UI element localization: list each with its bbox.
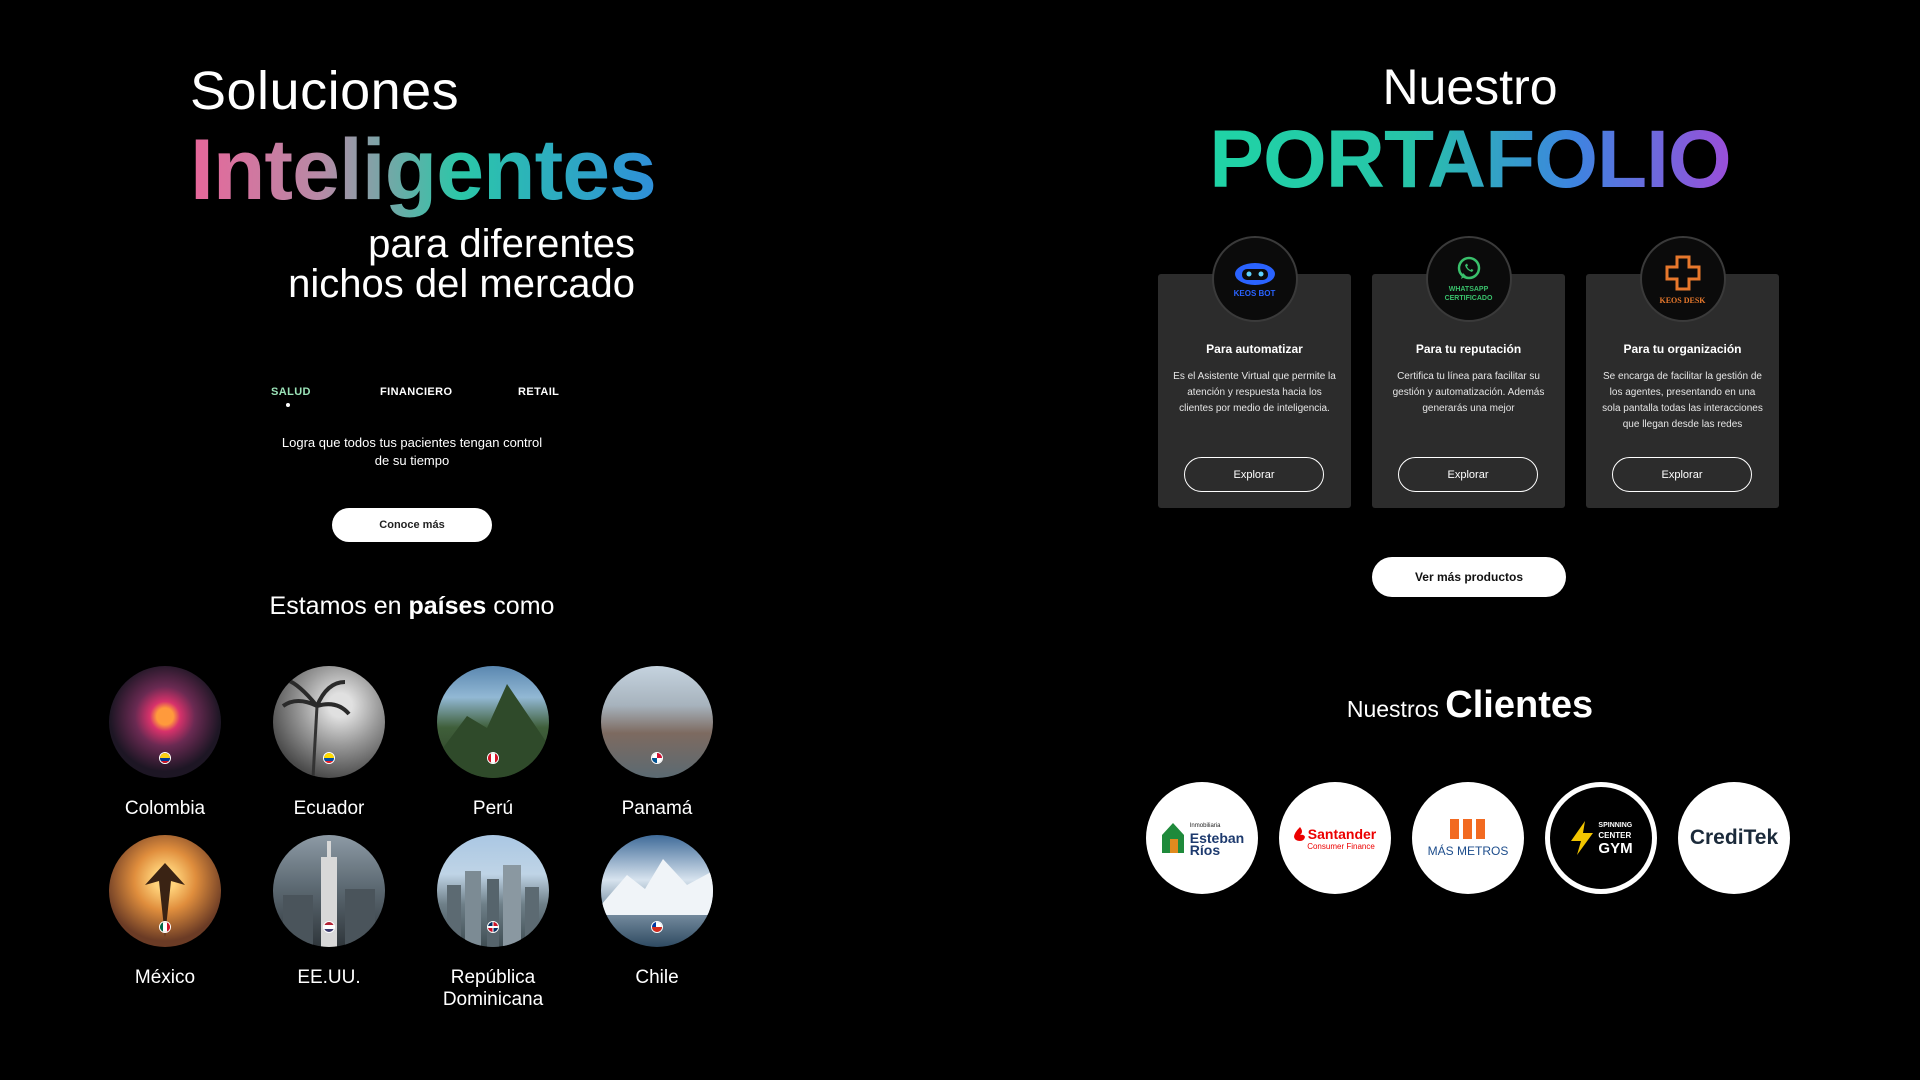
sector-tabs: SALUD FINANCIERO RETAIL (250, 386, 580, 410)
country-name: Panamá (621, 798, 693, 819)
hero-line-3: para diferentes (368, 222, 635, 266)
countries-title-end: como (486, 592, 555, 620)
ecuador-flag-icon (323, 752, 335, 764)
usa-photo (273, 835, 385, 947)
country-panama: Panamá (582, 666, 732, 820)
client-logo-text: MÁS METROS (1427, 843, 1509, 858)
keos-bot-logo-text: KEOS BOT (1233, 289, 1276, 298)
whatsapp-certificado-logo-text: WHATSAPP CERTIFICADO (1444, 285, 1493, 302)
sector-description: Logra que todos tus pacientes tengan con… (281, 435, 543, 468)
lightning-icon (1571, 821, 1594, 855)
mexico-flag-icon (159, 921, 171, 933)
client-logo-text: CENTER (1598, 830, 1632, 840)
republica-dominicana-photo (437, 835, 549, 947)
country-name: Ecuador (293, 798, 365, 819)
client-logo-text: Consumer Finance (1307, 841, 1375, 851)
colombia-flag-icon (159, 752, 171, 764)
client-logo-mas-metros: MÁS METROS (1412, 782, 1524, 894)
keos-desk-cross-icon (1665, 255, 1700, 291)
chile-flag-icon (651, 921, 663, 933)
santander-flame-icon (1293, 826, 1305, 841)
clients-title: Nuestros Clientes (1180, 684, 1760, 727)
country-name: Chile (635, 967, 679, 988)
hero-line-1: Soluciones (190, 61, 460, 121)
house-icon (1161, 823, 1184, 853)
country-chile: Chile (582, 835, 732, 989)
colombia-photo (109, 666, 221, 778)
clients-title-light: Nuestros (1346, 696, 1446, 722)
panama-flag-icon (651, 752, 663, 764)
card-title: Para tu organización (1623, 342, 1742, 356)
mas-metros-bars-icon (1450, 818, 1485, 839)
chile-photo (601, 835, 713, 947)
country-peru: Perú (418, 666, 568, 820)
hero-subtitle: para diferentes nichos del mercado (190, 224, 635, 304)
product-card-keos-bot: KEOS BOT Para automatizar Es el Asistent… (1158, 236, 1351, 508)
hero-line-2: Inteligentes (190, 122, 657, 218)
countries-title-start: Estamos en (269, 592, 409, 620)
country-name: México (134, 967, 196, 988)
peru-photo (437, 666, 549, 778)
panama-photo (601, 666, 713, 778)
usa-flag-icon (323, 921, 335, 933)
client-logo-creditek: CrediTek (1678, 782, 1790, 894)
country-colombia: Colombia (90, 666, 240, 820)
keos-bot-logo: KEOS BOT (1211, 236, 1298, 322)
explorar-button[interactable]: Explorar (1184, 457, 1324, 492)
client-logo-esteban-rios: Inmobiliaria Esteban Ríos (1146, 782, 1258, 894)
country-name: Colombia (124, 798, 206, 819)
countries-title-bold: países (408, 592, 487, 620)
conoce-mas-button[interactable]: Conoce más (332, 508, 492, 542)
client-logo-spinning-center-gym: SPINNING CENTER GYM (1545, 782, 1657, 894)
keos-desk-logo-text: KEOS DESK (1659, 296, 1706, 305)
tab-salud[interactable]: SALUD (271, 386, 311, 398)
country-name: Perú (472, 798, 514, 819)
hero-heading: Soluciones Inteligentes para diferentes … (190, 60, 657, 304)
hero-line-4: nichos del mercado (288, 262, 635, 306)
explorar-button[interactable]: Explorar (1398, 457, 1538, 492)
country-mexico: México (90, 835, 240, 989)
card-description: Se encarga de facilitar la gestión de lo… (1602, 371, 1763, 430)
client-logo-text: CrediTek (1689, 826, 1779, 849)
country-name: EE.UU. (297, 967, 361, 988)
active-tab-indicator (286, 403, 290, 407)
country-usa: EE.UU. (254, 835, 404, 989)
ecuador-photo (273, 666, 385, 778)
clients-title-bold: Clientes (1445, 684, 1594, 726)
peru-flag-icon (487, 752, 499, 764)
card-title: Para tu reputación (1415, 342, 1522, 356)
explorar-button[interactable]: Explorar (1612, 457, 1752, 492)
card-description: Certifica tu línea para facilitar su ges… (1392, 371, 1545, 414)
portfolio-title-line-1: Nuestro (1382, 59, 1558, 115)
product-card-keos-desk: KEOS DESK Para tu organización Se encarg… (1586, 236, 1779, 508)
mexico-photo (109, 835, 221, 947)
tab-financiero[interactable]: FINANCIERO (380, 386, 452, 398)
card-title: Para automatizar (1206, 342, 1303, 356)
client-logo-santander: Santander Consumer Finance (1279, 782, 1391, 894)
tab-retail[interactable]: RETAIL (518, 386, 559, 398)
whatsapp-icon (1457, 256, 1480, 279)
keos-desk-logo: KEOS DESK (1639, 236, 1726, 322)
portfolio-title-gradient: PORTAFOLIO (1209, 114, 1731, 205)
country-name: República Dominicana (442, 967, 544, 1010)
country-republica-dominicana: República Dominicana (418, 835, 568, 1011)
client-logo-text: Santander (1307, 825, 1377, 842)
countries-title: Estamos en países como (200, 592, 624, 621)
client-logo-text: GYM (1598, 839, 1633, 857)
card-description: Es el Asistente Virtual que permite la a… (1173, 371, 1336, 414)
robot-icon (1234, 263, 1275, 285)
republica-dominicana-flag-icon (487, 921, 499, 933)
product-card-whatsapp-certificado: WHATSAPP CERTIFICADO Para tu reputación … (1372, 236, 1565, 508)
portfolio-title-line-2: PORTAFOLIO (1180, 112, 1760, 208)
country-ecuador: Ecuador (254, 666, 404, 820)
ver-mas-productos-button[interactable]: Ver más productos (1372, 557, 1566, 597)
client-logo-text: SPINNING (1598, 821, 1633, 829)
whatsapp-certificado-logo: WHATSAPP CERTIFICADO (1425, 236, 1512, 322)
